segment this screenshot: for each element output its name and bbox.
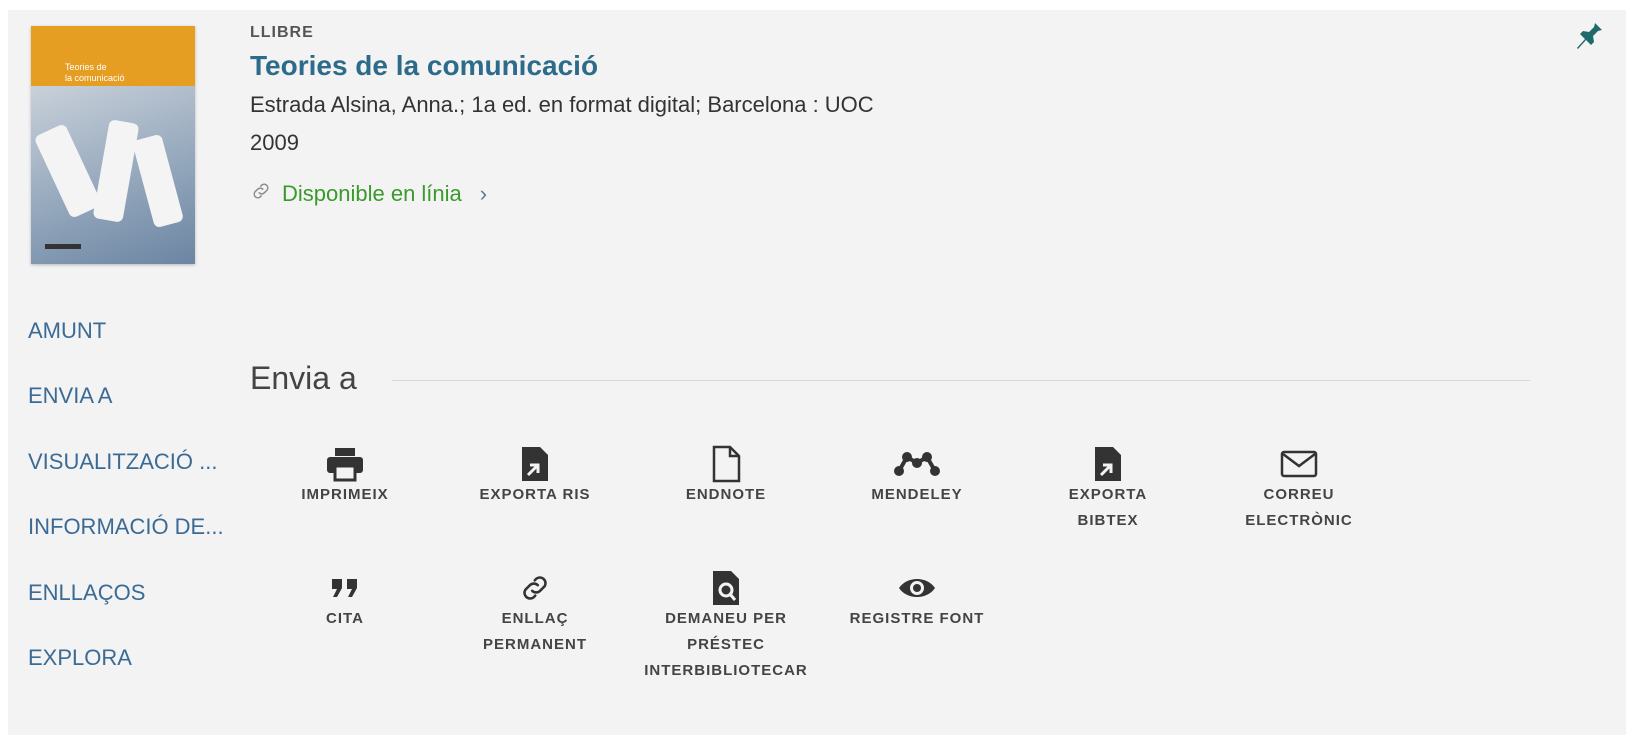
sidebar-item-envia-a[interactable]: ENVIA A (28, 383, 112, 409)
cover-title-text: Teories de la comunicació (65, 62, 125, 83)
action-label: CITA (326, 610, 364, 627)
link-icon (445, 570, 625, 606)
action-label: ENDNOTE (685, 486, 767, 503)
action-label: CORREU (1263, 486, 1335, 503)
action-label: EXPORTA (1068, 486, 1148, 503)
action-label: DEMANEU PER (665, 610, 787, 627)
eye-icon (827, 570, 1007, 606)
printer-icon (255, 446, 435, 482)
action-cite[interactable]: CITA (255, 570, 435, 632)
document-icon (636, 445, 816, 483)
action-label: PERMANENT (482, 636, 587, 653)
action-permalink[interactable]: ENLLAÇ PERMANENT (445, 570, 625, 658)
book-cover-image[interactable]: Teories de la comunicació (31, 26, 195, 264)
mendeley-icon (827, 446, 1007, 482)
action-interlibrary-loan[interactable]: DEMANEU PER PRÉSTEC INTERBIBLIOTECAR (636, 570, 816, 684)
cover-publisher-logo (45, 244, 81, 249)
chevron-right-icon: › (479, 181, 488, 206)
action-label: ENLLAÇ (501, 610, 569, 627)
envelope-icon (1209, 446, 1389, 482)
section-title-send-to: Envia a (250, 360, 357, 396)
record-title[interactable]: Teories de la comunicació (250, 50, 598, 82)
export-file-icon (445, 446, 625, 482)
action-print[interactable]: IMPRIMEIX (255, 446, 435, 508)
sidebar-item-amunt[interactable]: AMUNT (28, 318, 106, 344)
section-divider (392, 380, 1530, 381)
action-label: PRÉSTEC (687, 636, 765, 653)
action-label: INTERBIBLIOTECAR (644, 662, 808, 679)
action-source-record[interactable]: REGISTRE FONT (827, 570, 1007, 632)
action-email[interactable]: CORREU ELECTRÒNIC (1209, 446, 1389, 534)
action-label: REGISTRE FONT (849, 610, 985, 627)
record-details: Estrada Alsina, Anna.; 1a ed. en format … (250, 92, 874, 117)
sidebar-item-informacio[interactable]: INFORMACIÓ DE... (28, 514, 224, 540)
quote-icon (255, 570, 435, 606)
pin-icon[interactable] (1574, 18, 1604, 52)
action-label: IMPRIMEIX (301, 486, 389, 503)
action-export-bibtex[interactable]: EXPORTA BIBTEX (1018, 446, 1198, 534)
action-label: EXPORTA RIS (479, 486, 591, 503)
record-year: 2009 (250, 130, 299, 155)
record-type: LLIBRE (250, 24, 314, 41)
export-file-icon (1018, 446, 1198, 482)
sidebar-item-visualitzacio[interactable]: VISUALITZACIÓ ... (28, 449, 217, 475)
file-search-icon (636, 570, 816, 606)
availability-link[interactable]: Disponible en línia › (250, 180, 487, 208)
link-icon (250, 180, 272, 208)
action-label: MENDELEY (871, 486, 963, 503)
sidebar-item-enllacos[interactable]: ENLLAÇOS (28, 580, 145, 606)
action-export-ris[interactable]: EXPORTA RIS (445, 446, 625, 508)
sidebar-item-explora[interactable]: EXPLORA (28, 645, 132, 671)
action-endnote[interactable]: ENDNOTE (636, 445, 816, 508)
action-mendeley[interactable]: MENDELEY (827, 446, 1007, 508)
action-label: BIBTEX (1077, 512, 1139, 529)
action-label: ELECTRÒNIC (1245, 512, 1353, 529)
availability-label: Disponible en línia (282, 181, 462, 206)
